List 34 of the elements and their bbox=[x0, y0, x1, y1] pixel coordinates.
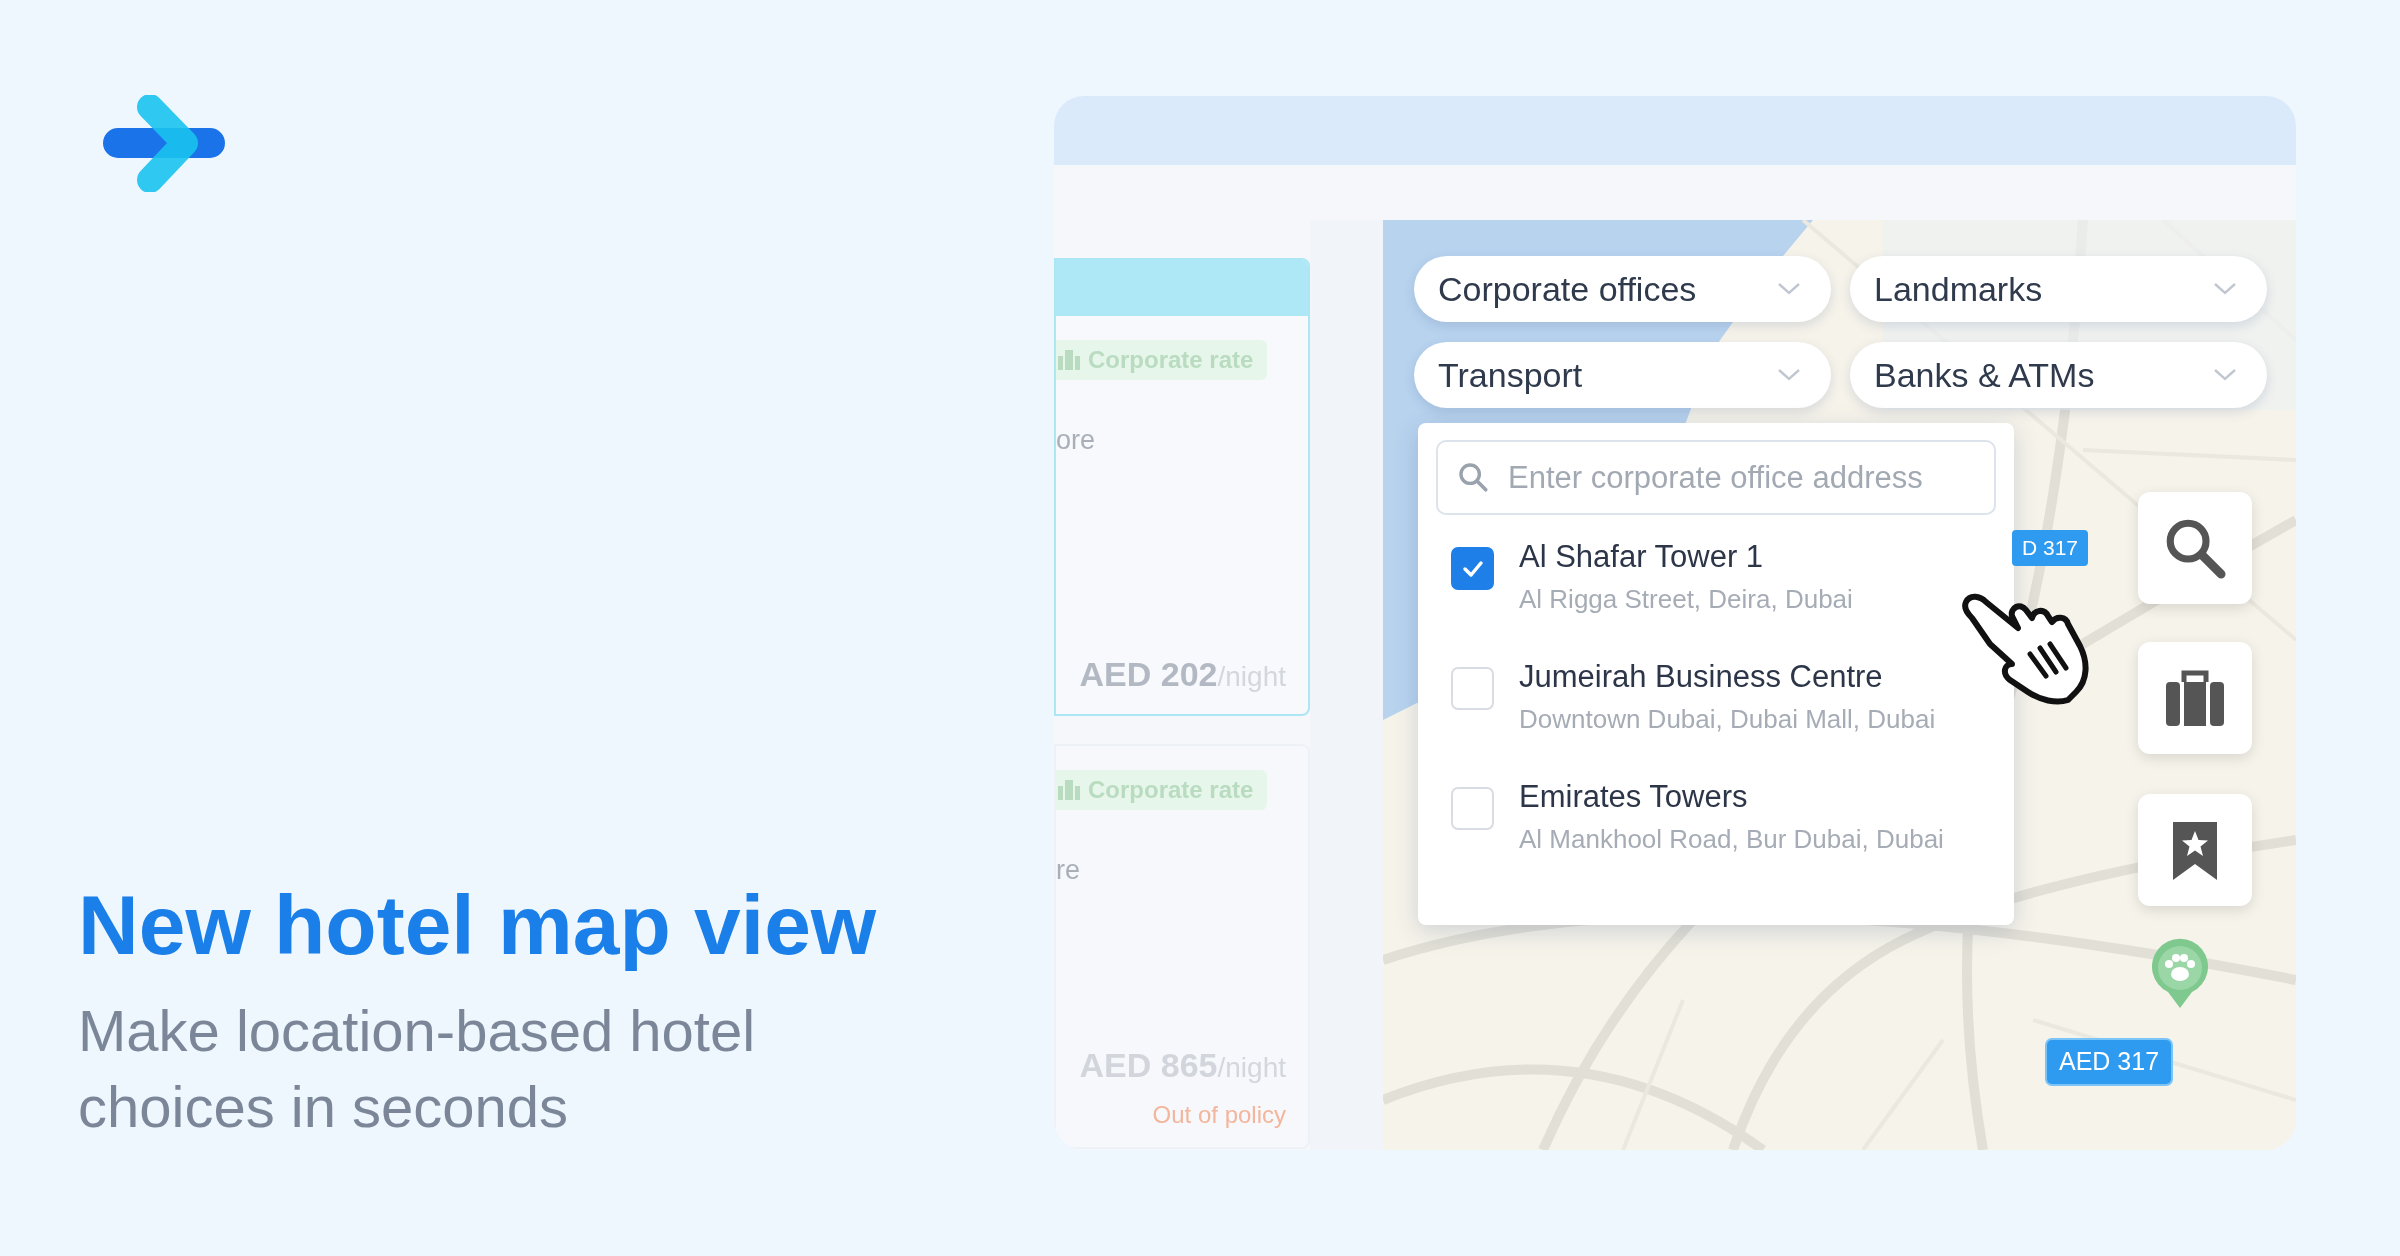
chevron-down-icon bbox=[2213, 368, 2237, 382]
bookmark-button[interactable] bbox=[2138, 794, 2252, 906]
office-address: Downtown Dubai, Dubai Mall, Dubai bbox=[1519, 703, 1936, 737]
office-address: Al Mankhool Road, Bur Dubai, Dubai bbox=[1519, 823, 1944, 857]
subtitle: Make location-based hotel choices in seconds bbox=[78, 997, 757, 1141]
search-icon bbox=[1456, 460, 1490, 494]
office-name[interactable]: Emirates Towers bbox=[1519, 777, 1944, 818]
briefcase-button[interactable] bbox=[2138, 642, 2252, 754]
checkbox[interactable] bbox=[1451, 667, 1494, 710]
hotel-name-fragment: re bbox=[1056, 854, 1080, 887]
filter-dropdown[interactable]: Landmarks bbox=[1850, 256, 2267, 322]
building-icon bbox=[1058, 350, 1080, 370]
building-icon bbox=[1058, 780, 1080, 800]
filter-dropdown[interactable]: Corporate offices bbox=[1414, 256, 1831, 322]
policy-note: Out of policy bbox=[1152, 1100, 1286, 1130]
office-name[interactable]: Jumeirah Business Centre bbox=[1519, 657, 1936, 698]
check-icon bbox=[1461, 559, 1484, 578]
chevron-down-icon bbox=[2213, 282, 2237, 296]
search-button[interactable] bbox=[2138, 492, 2252, 604]
office-name[interactable]: Al Shafar Tower 1 bbox=[1519, 537, 1853, 578]
filter-dropdown[interactable]: Banks & ATMs bbox=[1850, 342, 2267, 408]
hotel-price: AED 202 bbox=[1079, 654, 1218, 695]
checkbox[interactable] bbox=[1451, 787, 1494, 830]
logo-icon bbox=[103, 95, 225, 192]
hotel-name-fragment: ore bbox=[1056, 424, 1096, 457]
filter-dropdown[interactable]: Transport bbox=[1414, 342, 1831, 408]
briefcase-icon bbox=[2164, 668, 2226, 728]
headline: New hotel map view bbox=[78, 878, 878, 972]
checkbox[interactable] bbox=[1451, 547, 1494, 590]
chevron-down-icon bbox=[1777, 282, 1801, 296]
paw-marker-icon bbox=[2150, 938, 2210, 1010]
office-address: Al Rigga Street, Deira, Dubai bbox=[1519, 583, 1853, 617]
chevron-down-icon bbox=[1777, 368, 1801, 382]
search-field[interactable]: Enter corporate office address bbox=[1436, 440, 1996, 515]
